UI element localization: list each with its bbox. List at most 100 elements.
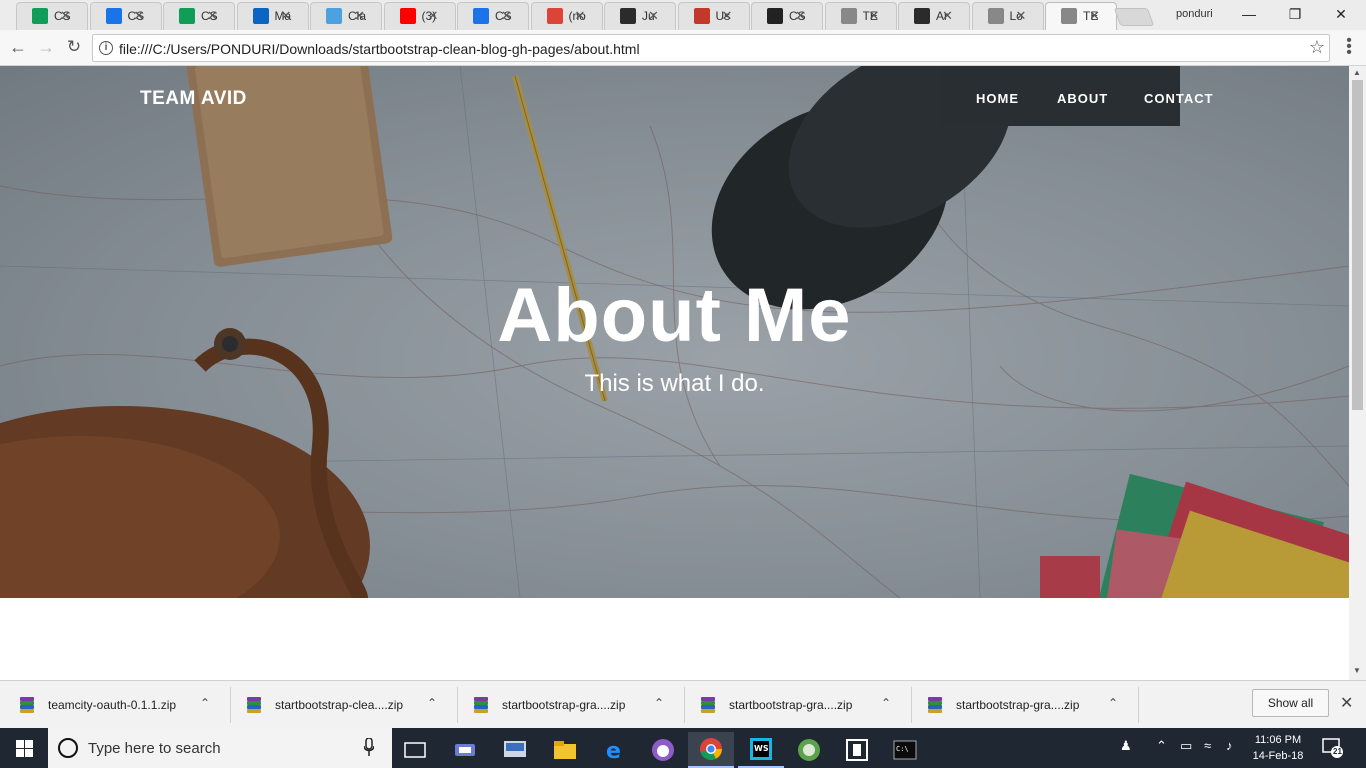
browser-menu-icon[interactable]: • • •: [1344, 33, 1354, 61]
microphone-icon[interactable]: [364, 738, 374, 756]
tab-close-icon[interactable]: ✕: [869, 8, 880, 24]
download-options-icon[interactable]: ⌃: [200, 696, 210, 710]
download-item[interactable]: startbootstrap-clea....zip ⌃: [245, 689, 450, 721]
chrome-icon[interactable]: [688, 732, 734, 768]
tab-close-icon[interactable]: ✕: [354, 8, 365, 24]
search-placeholder[interactable]: Type here to search: [88, 740, 221, 757]
taskbar-search[interactable]: Type here to search: [48, 728, 392, 768]
archive-file-icon: [926, 696, 944, 714]
webstorm-icon[interactable]: WS: [738, 732, 784, 768]
app-icon-3[interactable]: [640, 732, 686, 768]
scroll-up-icon[interactable]: ▲: [1353, 68, 1361, 77]
download-options-icon[interactable]: ⌃: [654, 696, 664, 710]
download-item[interactable]: teamcity-oauth-0.1.1.zip ⌃: [18, 689, 223, 721]
download-shelf: Show all ✕ teamcity-oauth-0.1.1.zip ⌃ star…: [0, 680, 1366, 728]
brand-link[interactable]: TEAM AVID: [140, 88, 247, 110]
nav-home[interactable]: HOME: [976, 91, 1019, 106]
browser-tab[interactable]: (no ✕: [527, 2, 595, 30]
tab-close-icon[interactable]: ✕: [1089, 8, 1100, 24]
browser-tab[interactable]: Cla ✕: [306, 2, 374, 30]
show-all-button[interactable]: Show all: [1252, 689, 1329, 717]
scroll-down-icon[interactable]: ▼: [1353, 666, 1361, 675]
app-icon-4[interactable]: [834, 732, 880, 768]
info-icon[interactable]: i: [99, 41, 113, 55]
tab-close-icon[interactable]: ✕: [501, 8, 512, 24]
download-options-icon[interactable]: ⌃: [1108, 696, 1118, 710]
nav-contact[interactable]: CONTACT: [1144, 91, 1214, 106]
tab-close-icon[interactable]: ✕: [1016, 8, 1027, 24]
tab-close-icon[interactable]: ✕: [795, 8, 806, 24]
screen: TE ✕ Lo ✕ Ar ✕ TE ✕ CS ✕ Us ✕ Ju ✕ (no ✕ CS ✕ (3) ✕ Cla ✕ Ma ✕ C…: [0, 0, 1366, 768]
tab-close-icon[interactable]: ✕: [648, 8, 659, 24]
browser-tab[interactable]: (3) ✕: [380, 2, 448, 30]
browser-tab[interactable]: Ar ✕: [894, 2, 962, 30]
youtube-icon: [399, 8, 416, 24]
page-icon: [1061, 8, 1077, 24]
battery-icon[interactable]: ▭: [1180, 738, 1192, 754]
scrollbar-thumb[interactable]: [1352, 80, 1363, 410]
browser-tab[interactable]: CS ✕: [747, 2, 815, 30]
download-item[interactable]: startbootstrap-gra....zip ⌃: [926, 689, 1131, 721]
clock-date: 14-Feb-18: [1252, 750, 1304, 762]
github-icon: [767, 8, 783, 24]
tab-close-icon[interactable]: ✕: [281, 8, 292, 24]
notification-count: 21: [1333, 747, 1342, 756]
browser-tab[interactable]: CS ✕: [453, 2, 521, 30]
browser-tab[interactable]: Ju ✕: [600, 2, 668, 30]
android-studio-icon[interactable]: [786, 732, 832, 768]
address-text[interactable]: file:///C:/Users/PONDURI/Downloads/start…: [119, 41, 640, 57]
download-item[interactable]: startbootstrap-gra....zip ⌃: [699, 689, 904, 721]
app-icon-2[interactable]: [492, 732, 538, 768]
tab-close-icon[interactable]: ✕: [134, 8, 145, 24]
close-window-button[interactable]: ✕: [1318, 4, 1364, 26]
download-filename: startbootstrap-gra....zip: [956, 698, 1080, 712]
download-separator: [230, 687, 231, 723]
new-tab-button[interactable]: [1113, 8, 1155, 26]
download-filename: startbootstrap-clea....zip: [275, 698, 404, 712]
browser-tab[interactable]: CS ✕: [12, 2, 80, 30]
bookmark-star-icon[interactable]: ☆: [1309, 37, 1325, 58]
tab-close-icon[interactable]: ✕: [428, 8, 439, 24]
address-bar[interactable]: i file:///C:/Users/PONDURI/Downloads/sta…: [92, 34, 1330, 62]
download-item[interactable]: startbootstrap-gra....zip ⌃: [472, 689, 677, 721]
reload-button[interactable]: ↻: [62, 36, 86, 60]
start-button[interactable]: [0, 728, 48, 768]
browser-tab[interactable]: Lo ✕: [968, 2, 1036, 30]
volume-icon[interactable]: ♪: [1226, 738, 1233, 753]
tab-close-icon[interactable]: ✕: [207, 8, 218, 24]
linkedin-icon: [252, 8, 269, 24]
close-shelf-icon[interactable]: ✕: [1340, 693, 1353, 713]
browser-tab[interactable]: TE ✕: [1041, 2, 1109, 30]
terminal-icon[interactable]: C:\: [882, 732, 928, 768]
tab-close-icon[interactable]: ✕: [575, 8, 586, 24]
task-view-icon[interactable]: [392, 732, 438, 768]
box-icon: [473, 8, 489, 24]
tab-close-icon[interactable]: ✕: [60, 8, 71, 24]
browser-tab[interactable]: Us ✕: [674, 2, 742, 30]
people-icon[interactable]: ♟: [1120, 738, 1132, 754]
wifi-icon[interactable]: ≈: [1204, 738, 1211, 753]
tray-expand-icon[interactable]: ⌃: [1156, 738, 1167, 754]
minimize-button[interactable]: —: [1226, 4, 1272, 26]
restore-button[interactable]: ❐: [1272, 4, 1318, 26]
nav-about[interactable]: ABOUT: [1057, 91, 1108, 106]
tab-close-icon[interactable]: ✕: [722, 8, 733, 24]
browser-tab[interactable]: TE ✕: [821, 2, 889, 30]
download-options-icon[interactable]: ⌃: [427, 696, 437, 710]
download-options-icon[interactable]: ⌃: [881, 696, 891, 710]
edge-icon[interactable]: e: [592, 732, 638, 768]
back-button[interactable]: ←: [6, 36, 30, 60]
browser-tab[interactable]: CS ✕: [86, 2, 154, 30]
browser-tab[interactable]: Ma ✕: [233, 2, 301, 30]
svg-text:WS: WS: [754, 744, 769, 753]
app-icon-1[interactable]: [442, 732, 488, 768]
tab-close-icon[interactable]: ✕: [942, 8, 953, 24]
file-explorer-icon[interactable]: [542, 732, 588, 768]
sheets-icon: [179, 8, 195, 24]
page-scrollbar[interactable]: ▲ ▼: [1349, 66, 1366, 680]
action-center-icon[interactable]: 21: [1322, 738, 1344, 758]
browser-tab[interactable]: CS ✕: [159, 2, 227, 30]
profile-name[interactable]: ponduri: [1176, 8, 1213, 20]
taskbar-clock[interactable]: 11:06 PM 14-Feb-18: [1246, 732, 1310, 764]
forward-button[interactable]: →: [34, 36, 58, 60]
